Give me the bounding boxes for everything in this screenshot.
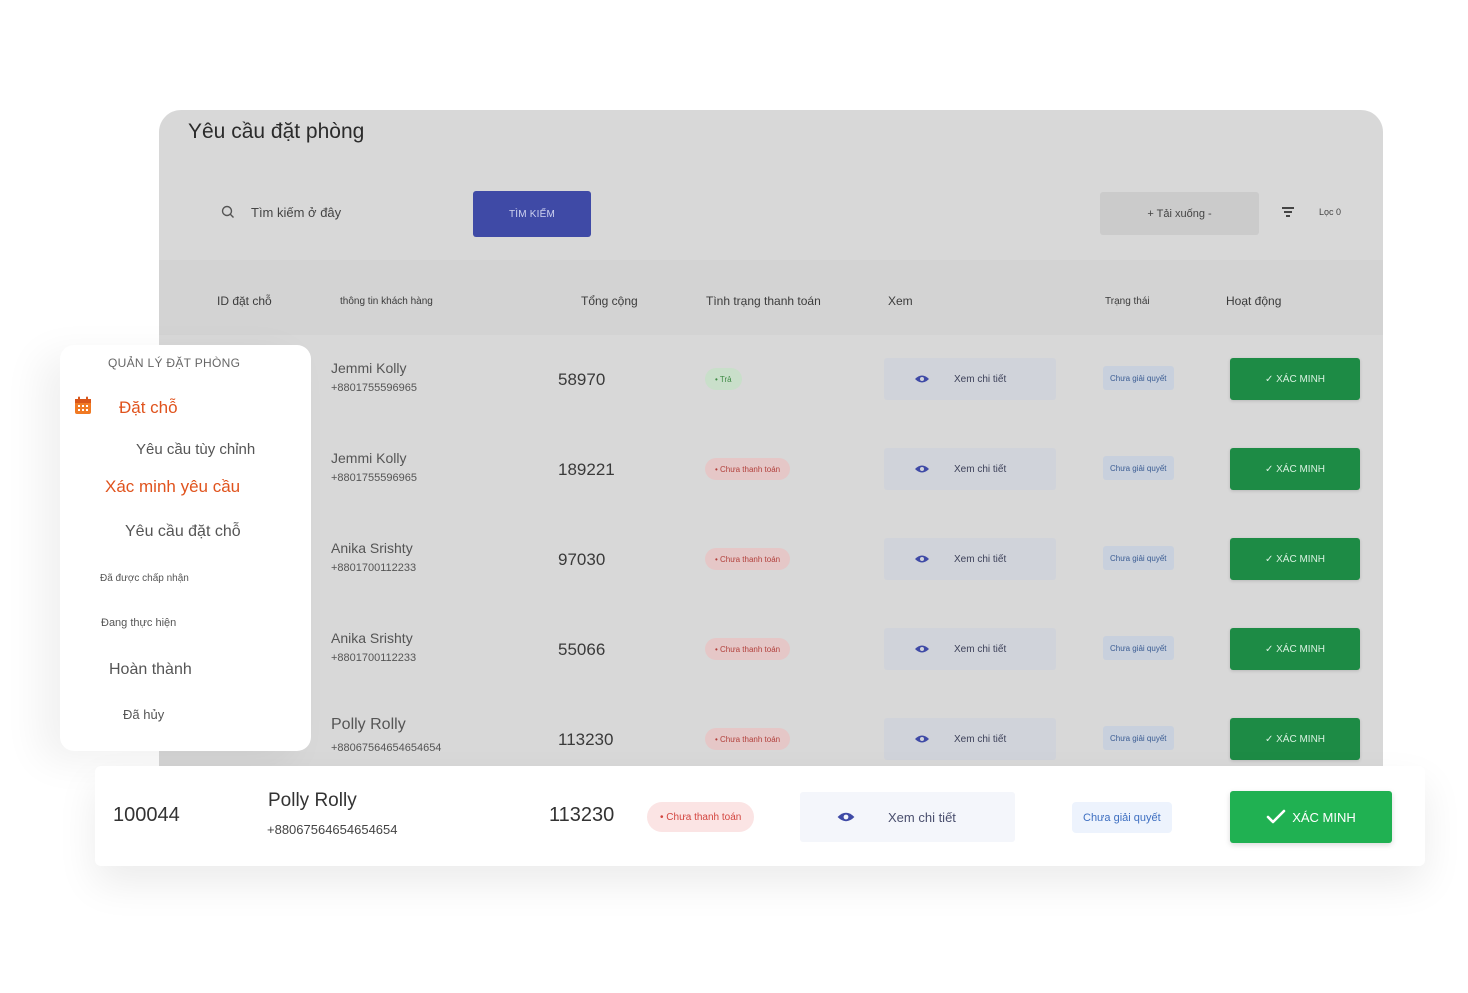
status-badge: Chưa giải quyết bbox=[1103, 546, 1174, 570]
eye-icon bbox=[915, 645, 929, 653]
view-details-label: Xem chi tiết bbox=[954, 553, 1007, 565]
table-row[interactable]: Anika Srishty +8801700112233 55066 • Chư… bbox=[159, 602, 1383, 692]
verify-button[interactable]: ✓ XÁC MINH bbox=[1230, 538, 1360, 580]
customer-phone: +88067564654654654 bbox=[331, 742, 442, 754]
payment-badge: • Chưa thanh toán bbox=[705, 638, 791, 660]
view-details-label: Xem chi tiết bbox=[954, 733, 1007, 745]
customer-phone: +88067564654654654 bbox=[267, 822, 398, 837]
booking-sidebar: QUẢN LÝ ĐẶT PHÒNG Đặt chỗ Yêu cầu tùy ch… bbox=[60, 345, 311, 751]
header-view: Xem bbox=[888, 294, 913, 308]
main-window: Yêu cầu đặt phòng TÌM KIẾM + Tải xuống -… bbox=[159, 110, 1383, 810]
eye-icon bbox=[915, 375, 929, 383]
payment-badge: • Chưa thanh toán bbox=[705, 548, 791, 570]
filter-label[interactable]: Lọc 0 bbox=[1319, 207, 1341, 217]
total-amount: 55066 bbox=[558, 640, 606, 659]
sidebar-item-cancelled[interactable]: Đã hủy bbox=[123, 707, 164, 722]
header-id: ID đặt chỗ bbox=[217, 294, 272, 308]
search-input[interactable] bbox=[249, 203, 453, 221]
customer-name: Polly Rolly bbox=[268, 790, 357, 811]
eye-icon bbox=[837, 812, 855, 822]
verify-button[interactable]: ✓ XÁC MINH bbox=[1230, 448, 1360, 490]
download-button[interactable]: + Tải xuống - bbox=[1100, 192, 1259, 235]
sidebar-item-booking-request[interactable]: Yêu cầu đặt chỗ bbox=[125, 523, 241, 541]
table-row[interactable]: Jemmi Kolly +8801755596965 189221 • Chưa… bbox=[159, 422, 1383, 512]
verify-button[interactable]: XÁC MINH bbox=[1230, 791, 1392, 843]
header-action: Hoạt động bbox=[1226, 294, 1282, 308]
verify-label: XÁC MINH bbox=[1292, 809, 1356, 825]
search-button[interactable]: TÌM KIẾM bbox=[473, 191, 591, 237]
status-badge: Chưa giải quyết bbox=[1103, 366, 1174, 390]
sidebar-item-custom-request[interactable]: Yêu cầu tùy chỉnh bbox=[136, 441, 255, 458]
customer-name: Jemmi Kolly bbox=[331, 450, 407, 466]
customer-phone: +8801755596965 bbox=[331, 472, 417, 484]
sidebar-title: QUẢN LÝ ĐẶT PHÒNG bbox=[108, 356, 241, 370]
header-status: Trạng thái bbox=[1105, 296, 1150, 307]
header-total: Tổng cộng bbox=[581, 294, 638, 308]
view-details-label: Xem chi tiết bbox=[954, 643, 1007, 655]
total-amount: 189221 bbox=[558, 460, 615, 479]
filter-icon[interactable] bbox=[1281, 207, 1295, 219]
table-header: ID đặt chỗ thông tin khách hàng Tổng cộn… bbox=[159, 260, 1383, 335]
customer-phone: +8801755596965 bbox=[331, 382, 417, 394]
payment-badge: • Chưa thanh toán bbox=[705, 728, 791, 750]
view-details-button[interactable]: Xem chi tiết bbox=[884, 628, 1056, 670]
payment-badge: • Chưa thanh toán bbox=[647, 802, 755, 832]
status-badge: Chưa giải quyết bbox=[1072, 802, 1172, 833]
total-amount: 113230 bbox=[549, 804, 615, 826]
view-details-button[interactable]: Xem chi tiết bbox=[884, 448, 1056, 490]
sidebar-section-booking[interactable]: Đặt chỗ bbox=[119, 398, 178, 418]
view-details-label: Xem chi tiết bbox=[954, 373, 1007, 385]
customer-name: Polly Rolly bbox=[331, 716, 406, 733]
view-details-label: Xem chi tiết bbox=[888, 809, 956, 825]
eye-icon bbox=[915, 735, 929, 743]
verify-button[interactable]: ✓ XÁC MINH bbox=[1230, 628, 1360, 670]
payment-badge: • Chưa thanh toán bbox=[705, 458, 791, 480]
check-icon bbox=[1266, 809, 1286, 824]
total-amount: 58970 bbox=[558, 370, 606, 389]
header-payment-status: Tình trạng thanh toán bbox=[706, 294, 821, 308]
status-badge: Chưa giải quyết bbox=[1103, 726, 1174, 750]
verify-button[interactable]: ✓ XÁC MINH bbox=[1230, 358, 1360, 400]
sidebar-item-completed[interactable]: Hoàn thành bbox=[109, 661, 192, 679]
sidebar-item-in-progress[interactable]: Đang thực hiện bbox=[101, 617, 176, 629]
table-row[interactable]: Jemmi Kolly +8801755596965 58970 • Trả X… bbox=[159, 332, 1383, 422]
verify-button[interactable]: ✓ XÁC MINH bbox=[1230, 718, 1360, 760]
customer-name: Jemmi Kolly bbox=[331, 360, 407, 376]
customer-name: Anika Srishty bbox=[331, 630, 413, 646]
total-amount: 113230 bbox=[558, 730, 614, 749]
table-row[interactable]: Anika Srishty +8801700112233 97030 • Chư… bbox=[159, 512, 1383, 602]
eye-icon bbox=[915, 465, 929, 473]
payment-badge: • Trả bbox=[705, 368, 742, 390]
customer-name: Anika Srishty bbox=[331, 540, 413, 556]
search-icon bbox=[219, 203, 237, 221]
calendar-icon bbox=[75, 396, 91, 414]
search-box[interactable] bbox=[202, 193, 457, 231]
booking-id: 100044 bbox=[113, 804, 180, 826]
total-amount: 97030 bbox=[558, 550, 606, 569]
page-title: Yêu cầu đặt phòng bbox=[188, 120, 365, 143]
view-details-button[interactable]: Xem chi tiết bbox=[884, 358, 1056, 400]
status-badge: Chưa giải quyết bbox=[1103, 456, 1174, 480]
status-badge: Chưa giải quyết bbox=[1103, 636, 1174, 660]
eye-icon bbox=[915, 555, 929, 563]
customer-phone: +8801700112233 bbox=[331, 652, 417, 664]
view-details-button[interactable]: Xem chi tiết bbox=[800, 792, 1015, 842]
view-details-button[interactable]: Xem chi tiết bbox=[884, 538, 1056, 580]
sidebar-item-verify-request[interactable]: Xác minh yêu cầu bbox=[105, 477, 240, 497]
view-details-label: Xem chi tiết bbox=[954, 463, 1007, 475]
highlighted-booking-row[interactable]: 100044 Polly Rolly +88067564654654654 11… bbox=[95, 766, 1425, 866]
header-customer: thông tin khách hàng bbox=[340, 296, 433, 307]
sidebar-item-accepted[interactable]: Đã được chấp nhận bbox=[100, 573, 189, 584]
stage: Yêu cầu đặt phòng TÌM KIẾM + Tải xuống -… bbox=[0, 0, 1468, 993]
customer-phone: +8801700112233 bbox=[331, 562, 417, 574]
view-details-button[interactable]: Xem chi tiết bbox=[884, 718, 1056, 760]
